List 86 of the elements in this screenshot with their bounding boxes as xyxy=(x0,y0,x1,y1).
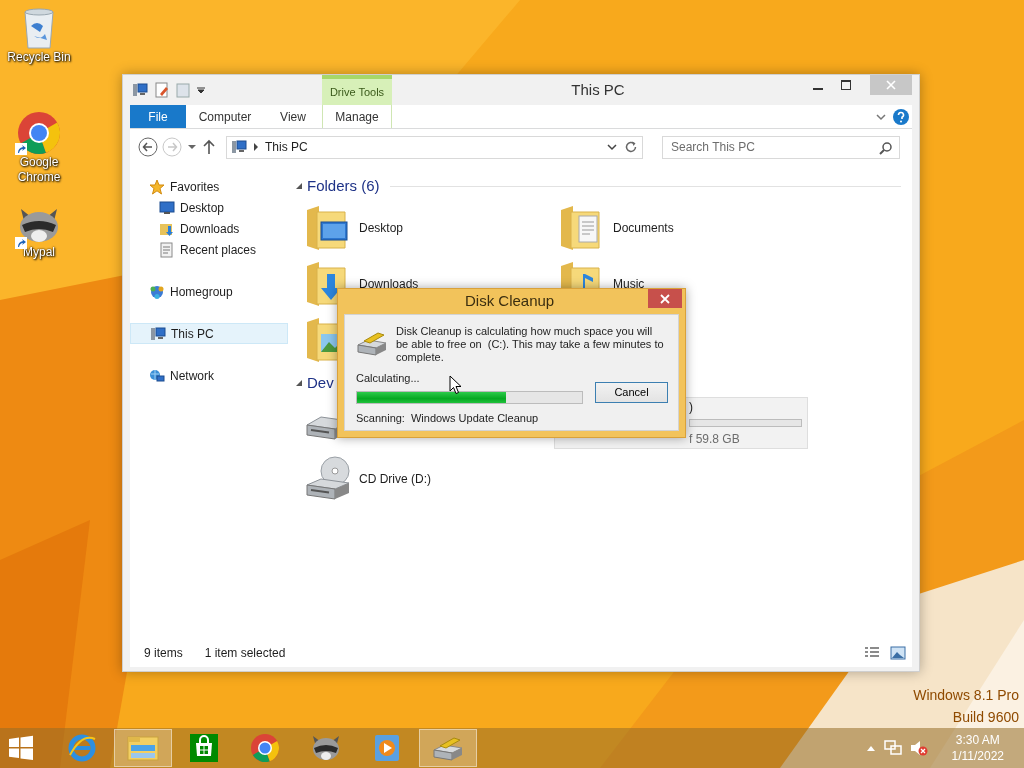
address-bar[interactable]: This PC xyxy=(226,135,643,159)
minimize-icon xyxy=(813,88,823,90)
context-tab-header: Drive Tools xyxy=(322,75,392,105)
search-icon[interactable] xyxy=(879,140,893,155)
browser-icon xyxy=(67,733,97,763)
media-player-icon xyxy=(373,733,401,763)
nav-label: This PC xyxy=(171,325,214,343)
ribbon-tab[interactable]: View xyxy=(264,105,322,128)
progress-status: Calculating... xyxy=(356,371,420,386)
close-icon xyxy=(886,80,896,90)
item-label: Downloads xyxy=(359,276,419,293)
homegroup-icon xyxy=(149,283,165,300)
collapse-arrow-icon[interactable] xyxy=(295,182,303,190)
monitor-icon xyxy=(159,199,175,216)
cancel-button[interactable]: Cancel xyxy=(595,381,668,403)
collapse-arrow-icon[interactable] xyxy=(295,379,303,387)
nav-item[interactable]: Desktop xyxy=(130,197,288,218)
dialog-title: Disk Cleanup xyxy=(465,291,555,312)
icon-label: Recycle Bin xyxy=(7,50,71,65)
nav-label: Favorites xyxy=(170,178,220,196)
selection-count: 1 item selected xyxy=(204,645,286,662)
back-icon[interactable] xyxy=(138,137,158,157)
star-icon xyxy=(149,178,165,195)
ribbon-tab[interactable]: Manage xyxy=(322,105,392,128)
watermark-text: Windows 8.1 Pro xyxy=(913,686,1019,705)
document-icon xyxy=(159,241,175,258)
disk-cleanup-icon xyxy=(356,329,388,357)
item-label: Desktop xyxy=(359,220,404,237)
drive-size: f 59.8 GB xyxy=(689,431,741,448)
search-field[interactable]: Search This PC xyxy=(662,135,900,159)
nav-label: Downloads xyxy=(180,220,240,238)
computer-icon xyxy=(231,139,247,155)
volume-muted-icon[interactable] xyxy=(909,740,928,756)
close-icon xyxy=(660,293,670,304)
section-title: Folders (6) xyxy=(307,175,380,196)
ribbon-tab[interactable]: Computer xyxy=(186,105,264,128)
nav-item[interactable]: Favorites xyxy=(130,176,288,197)
scan-item: Windows Update Cleanup xyxy=(410,410,539,426)
chrome-icon xyxy=(250,733,280,763)
window-title: This PC xyxy=(570,79,626,100)
close-button[interactable] xyxy=(648,289,682,308)
disk-cleanup-icon xyxy=(432,734,464,762)
nav-label: Homegroup xyxy=(170,283,233,301)
address-dropdown-icon[interactable] xyxy=(606,141,618,153)
nav-item[interactable]: Homegroup xyxy=(130,281,288,302)
computer-icon xyxy=(132,82,148,98)
item-label: Documents xyxy=(613,220,674,237)
nav-item[interactable]: Downloads xyxy=(130,218,288,239)
address-text: This PC xyxy=(265,139,309,156)
windows-logo-icon xyxy=(8,735,34,761)
nav-label: Recent places xyxy=(180,241,257,259)
cd-drive-icon[interactable] xyxy=(303,455,351,503)
icon-label: Mypal xyxy=(23,245,55,260)
cursor-icon xyxy=(449,375,462,395)
store-icon xyxy=(189,733,219,763)
maximize-icon xyxy=(841,80,851,90)
folder-icon xyxy=(127,734,159,762)
dialog-message: Disk Cleanup is calculating how much space you will be able to free on (C:). This may take a few minutes to complete. xyxy=(396,325,665,364)
nav-item[interactable]: Network xyxy=(130,365,288,386)
chrome-icon[interactable] xyxy=(17,111,61,155)
ribbon-tab[interactable]: File xyxy=(130,105,186,128)
help-icon[interactable] xyxy=(893,108,909,125)
network-icon xyxy=(149,367,165,384)
up-icon[interactable] xyxy=(202,139,216,155)
raccoon-icon xyxy=(311,734,341,762)
drive-name: ) xyxy=(689,399,694,416)
scan-label: Scanning: xyxy=(356,410,405,426)
nav-item[interactable]: Recent places xyxy=(130,239,288,260)
large-icons-view-icon[interactable] xyxy=(890,646,906,660)
properties-icon[interactable] xyxy=(154,82,170,98)
computer-icon xyxy=(150,325,166,342)
chevron-right-icon xyxy=(253,143,259,151)
watermark-text: Build 9600 xyxy=(951,708,1019,727)
nav-item[interactable]: This PC xyxy=(130,323,288,344)
item-label: CD Drive (D:) xyxy=(359,471,431,488)
customize-dropdown-icon[interactable] xyxy=(196,85,206,95)
item-count: 9 items xyxy=(144,645,183,662)
nav-label: Desktop xyxy=(180,199,225,217)
show-hidden-icons-icon[interactable] xyxy=(865,744,876,752)
section-title: Dev xyxy=(307,372,334,393)
details-view-icon[interactable] xyxy=(864,646,880,660)
nav-label: Network xyxy=(170,367,214,385)
icon-label: Google Chrome xyxy=(16,155,62,185)
refresh-icon[interactable] xyxy=(624,140,638,154)
network-icon[interactable] xyxy=(883,740,902,756)
item-label: Music xyxy=(613,276,645,293)
